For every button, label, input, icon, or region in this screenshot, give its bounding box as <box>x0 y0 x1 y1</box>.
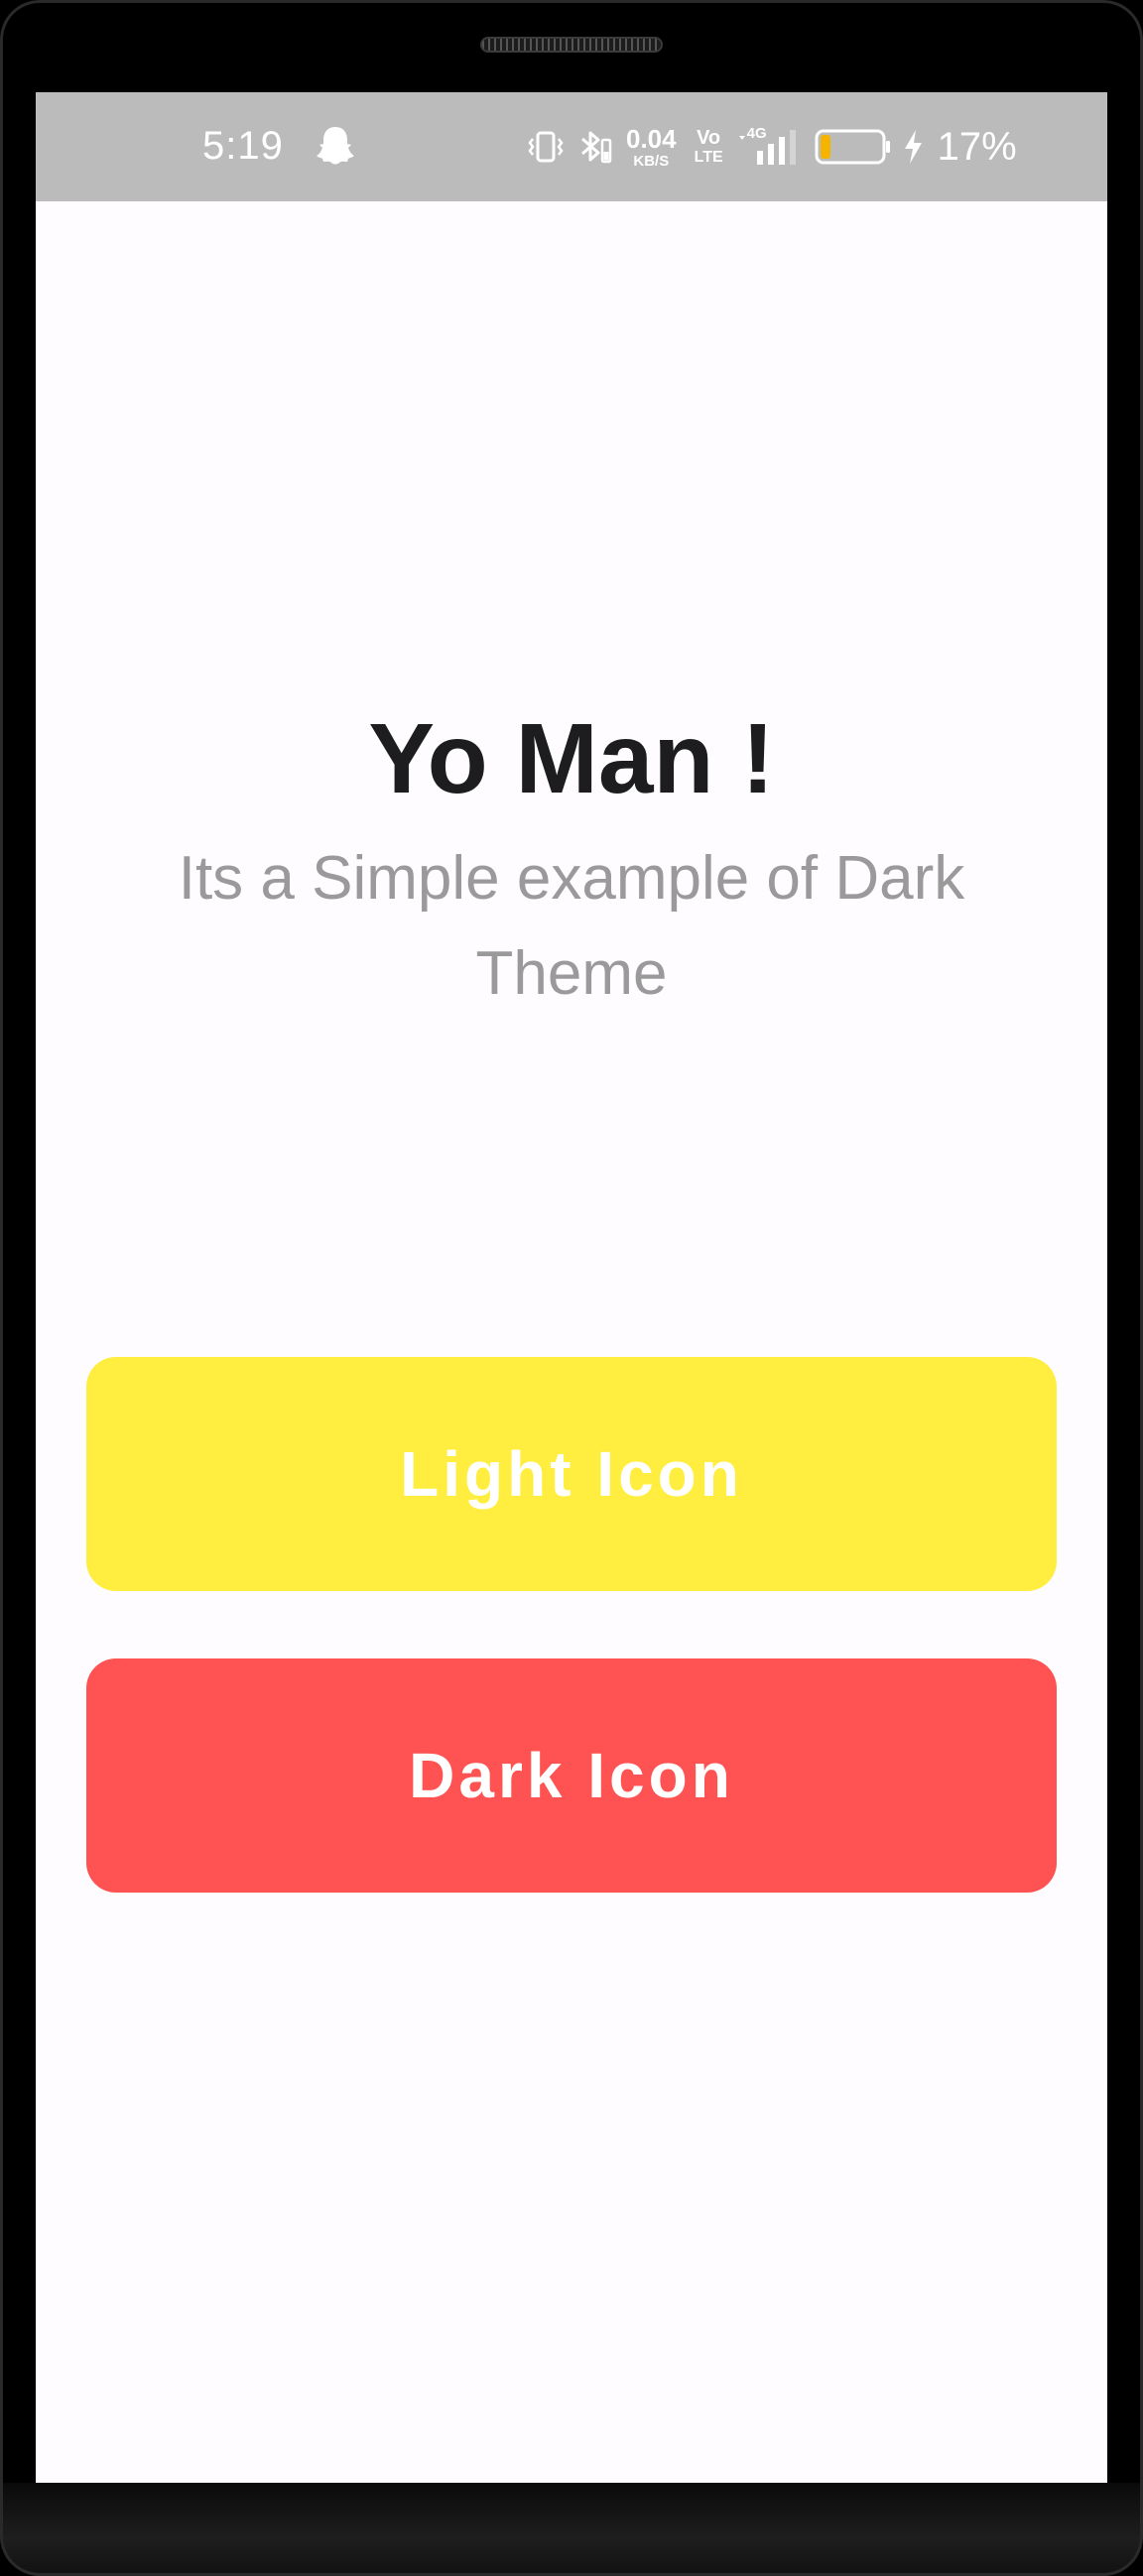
vibrate-icon <box>528 131 564 163</box>
page-subtitle: Its a Simple example of Dark Theme <box>178 844 965 1008</box>
volte-top-label: Vo <box>697 127 721 149</box>
status-icons: 0.04 KB/S Vo LTE 4G 17% <box>527 122 1017 172</box>
light-icon-button[interactable]: Light Icon <box>86 1357 1057 1591</box>
network-speed: 0.04 KB/S <box>626 126 677 169</box>
light-icon-button-label: Light Icon <box>400 1438 743 1510</box>
phone-device: 5:19 0.04 KB/S Vo LTE 4G 17% Yo Man ! It… <box>0 0 1143 2576</box>
signal-icon: 4G <box>737 125 799 167</box>
earpiece-speaker <box>480 37 663 53</box>
device-bottom-bezel <box>0 2483 1143 2576</box>
volte-icon: Vo LTE <box>695 128 723 166</box>
snapchat-ghost-icon <box>317 127 354 165</box>
charging-bolt-icon <box>904 130 922 164</box>
signal-bars <box>738 130 796 165</box>
dark-icon-button-label: Dark Icon <box>409 1740 734 1811</box>
bluetooth-icon <box>581 131 612 164</box>
dark-icon-button[interactable]: Dark Icon <box>86 1658 1057 1893</box>
app-screen: 5:19 0.04 KB/S Vo LTE 4G 17% Yo Man ! It… <box>36 92 1107 2483</box>
network-speed-value: 0.04 <box>626 123 677 154</box>
battery-icon <box>815 129 890 165</box>
network-speed-unit: KB/S <box>633 152 670 170</box>
status-bar: 5:19 0.04 KB/S Vo LTE 4G 17% <box>36 92 1107 201</box>
status-time: 5:19 <box>202 124 284 168</box>
volte-bottom-label: LTE <box>694 149 723 166</box>
battery-percent: 17% <box>937 125 1017 169</box>
page-heading: Yo Man ! <box>368 703 775 814</box>
